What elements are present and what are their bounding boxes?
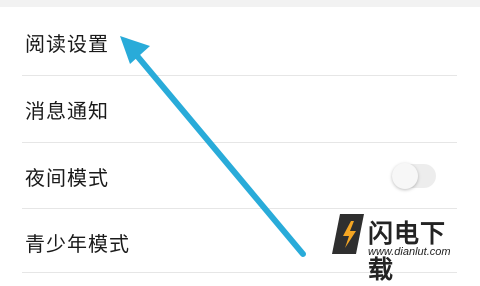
arrow-head bbox=[120, 36, 150, 64]
lightning-logo-icon bbox=[332, 214, 364, 254]
watermark: 闪电下载 www.dianlut.com bbox=[330, 212, 470, 284]
watermark-url: www.dianlut.com bbox=[368, 246, 451, 258]
arrow-shaft bbox=[130, 48, 306, 257]
